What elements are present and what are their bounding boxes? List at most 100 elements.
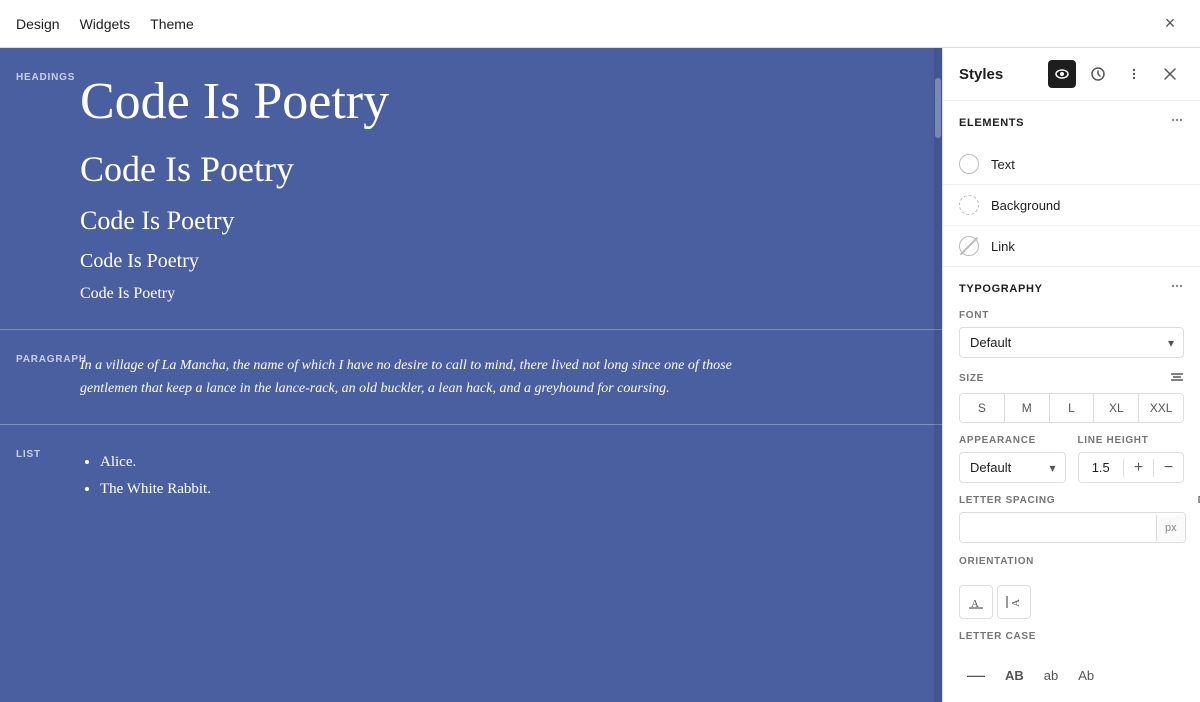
text-element-icon <box>959 154 979 174</box>
list-label: LIST <box>16 449 41 460</box>
more-options-icon-button[interactable] <box>1120 60 1148 88</box>
close-panel-button[interactable] <box>1156 60 1184 88</box>
canvas-scrollbar[interactable] <box>934 48 942 702</box>
list-item: The White Rabbit. <box>100 476 926 503</box>
orientation-field-group: ORIENTATION <box>943 556 1200 585</box>
letter-spacing-field-group: LETTER SPACING px <box>959 495 1186 544</box>
more-dots-icon-2 <box>1170 279 1184 293</box>
background-element-icon <box>959 195 979 215</box>
letter-spacing-input[interactable] <box>960 513 1156 542</box>
tab-theme[interactable]: Theme <box>150 12 194 36</box>
font-select[interactable]: Default <box>959 327 1184 358</box>
size-xxl-button[interactable]: XXL <box>1139 394 1183 422</box>
heading-4: Code Is Poetry <box>80 248 926 274</box>
letter-spacing-wrap: px <box>959 512 1186 543</box>
element-text[interactable]: Text <box>943 144 1200 185</box>
font-label: FONT <box>959 310 1184 321</box>
letter-case-label: LETTER CASE <box>959 631 1184 642</box>
elements-section: ELEMENTS Text Background <box>943 101 1200 267</box>
svg-text:A: A <box>1010 599 1022 607</box>
letter-spacing-unit: px <box>1156 515 1185 541</box>
letterspacing-decoration-row: LETTER SPACING px DECORATION − U S <box>943 495 1200 556</box>
line-height-decrease-button[interactable]: − <box>1153 459 1183 477</box>
size-buttons: S M L XL XXL <box>959 393 1184 423</box>
styles-panel-header: Styles <box>943 48 1200 101</box>
orientation-label: ORIENTATION <box>959 556 1184 567</box>
elements-title: ELEMENTS <box>959 117 1024 129</box>
history-icon-button[interactable] <box>1084 60 1112 88</box>
font-field-group: FONT Default ▾ <box>943 310 1200 370</box>
background-element-label: Background <box>991 198 1060 213</box>
typography-header: Typography <box>943 267 1200 310</box>
letter-case-field-group: LETTER CASE <box>943 631 1200 660</box>
top-bar: Design Widgets Theme × <box>0 0 1200 48</box>
canvas-area: HEADINGS Code Is Poetry Code Is Poetry C… <box>0 48 942 702</box>
typography-title: Typography <box>959 283 1043 295</box>
size-filter-icon-button[interactable] <box>1170 370 1184 387</box>
typography-section: Typography FONT Default ▾ <box>943 267 1200 702</box>
line-height-control: 1.5 + − <box>1078 452 1185 483</box>
close-button[interactable]: × <box>1156 10 1184 38</box>
paragraph-section: PARAGRAPH In a village of La Mancha, the… <box>0 330 942 425</box>
close-icon <box>1163 67 1177 81</box>
paragraph-label: PARAGRAPH <box>16 354 87 365</box>
scrollbar-thumb <box>935 78 941 138</box>
top-bar-tabs: Design Widgets Theme <box>16 12 194 36</box>
line-height-value: 1.5 <box>1079 453 1124 482</box>
styles-header-icons <box>1048 60 1184 88</box>
letter-case-upper-button[interactable]: AB <box>997 663 1032 688</box>
line-height-increase-button[interactable]: + <box>1123 459 1153 477</box>
letter-case-capitalize-button[interactable]: Ab <box>1070 663 1102 688</box>
font-select-wrap: Default ▾ <box>959 327 1184 358</box>
elements-more-button[interactable] <box>1170 113 1184 132</box>
heading-5: Code Is Poetry <box>80 284 926 305</box>
appearance-label: APPEARANCE <box>959 435 1066 446</box>
tab-design[interactable]: Design <box>16 12 60 36</box>
line-height-field-group: LINE HEIGHT 1.5 + − <box>1078 435 1185 483</box>
heading-2: Code Is Poetry <box>80 148 926 191</box>
orientation-vertical-button[interactable]: A <box>997 585 1031 619</box>
orientation-buttons: A A <box>943 585 1200 631</box>
appearance-lineheight-row: APPEARANCE Default ▾ LINE HEIGHT 1.5 + − <box>943 435 1200 495</box>
element-link[interactable]: Link <box>943 226 1200 266</box>
list-section: LIST Alice. The White Rabbit. <box>0 425 942 527</box>
list-item: Alice. <box>100 449 926 476</box>
text-horizontal-icon: A <box>968 594 984 610</box>
paragraph-text: In a village of La Mancha, the name of w… <box>80 354 760 400</box>
text-vertical-icon: A <box>1006 594 1022 610</box>
heading-1: Code Is Poetry <box>80 72 926 132</box>
filter-icon <box>1170 370 1184 384</box>
typography-more-button[interactable] <box>1170 279 1184 298</box>
letter-spacing-label: LETTER SPACING <box>959 495 1186 506</box>
appearance-field-group: APPEARANCE Default ▾ <box>959 435 1066 483</box>
link-element-icon <box>959 236 979 256</box>
more-dots-icon <box>1170 113 1184 127</box>
heading-3: Code Is Poetry <box>80 205 926 236</box>
orientation-horizontal-button[interactable]: A <box>959 585 993 619</box>
element-background[interactable]: Background <box>943 185 1200 226</box>
more-vertical-icon <box>1126 66 1142 82</box>
size-s-button[interactable]: S <box>960 394 1005 422</box>
link-element-label: Link <box>991 239 1015 254</box>
eye-icon <box>1054 66 1070 82</box>
main-layout: HEADINGS Code Is Poetry Code Is Poetry C… <box>0 48 1200 702</box>
styles-panel: Styles <box>942 48 1200 702</box>
letter-case-none-button[interactable]: — <box>959 660 993 691</box>
styles-panel-title: Styles <box>959 66 1048 83</box>
clock-icon <box>1090 66 1106 82</box>
elements-section-header: ELEMENTS <box>943 101 1200 144</box>
preview-icon-button[interactable] <box>1048 60 1076 88</box>
size-field-group: SIZE S M L XL XXL <box>943 370 1200 435</box>
list-items: Alice. The White Rabbit. <box>80 449 926 503</box>
size-label: SIZE <box>959 373 984 384</box>
headings-label: HEADINGS <box>16 72 75 83</box>
tab-widgets[interactable]: Widgets <box>80 12 131 36</box>
letter-case-lower-button[interactable]: ab <box>1036 663 1066 688</box>
size-xl-button[interactable]: XL <box>1094 394 1139 422</box>
appearance-select[interactable]: Default <box>959 452 1066 483</box>
line-height-label: LINE HEIGHT <box>1078 435 1185 446</box>
size-l-button[interactable]: L <box>1050 394 1095 422</box>
letter-case-buttons: — AB ab Ab <box>943 660 1200 702</box>
size-m-button[interactable]: M <box>1005 394 1050 422</box>
headings-section: HEADINGS Code Is Poetry Code Is Poetry C… <box>0 48 942 330</box>
